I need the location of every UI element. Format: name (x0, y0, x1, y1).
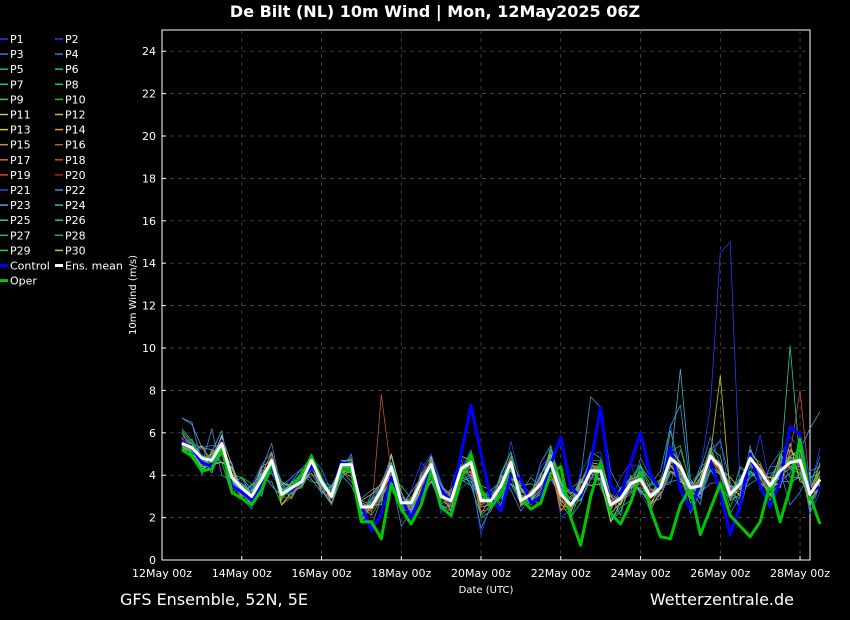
x-tick-label: 14May 00z (212, 567, 272, 580)
plot-area: 024681012141618202224 12May 00z 14May 00z… (132, 29, 830, 580)
ensemble-chart: De Bilt (NL) 10m Wind | Mon, 12May2025 0… (0, 0, 850, 620)
legend-label: P13 (10, 124, 31, 137)
legend-label: P21 (10, 184, 31, 197)
footer-source-label: Wetterzentrale.de (650, 590, 794, 609)
y-tick-label: 24 (142, 45, 156, 58)
x-axis-label: Date (UTC) (459, 585, 514, 596)
y-tick-label: 12 (142, 300, 156, 313)
y-tick-label: 22 (142, 88, 156, 101)
x-tick-label: 20May 00z (451, 567, 511, 580)
x-tick-label: 26May 00z (690, 567, 750, 580)
legend-item: Ens. mean (55, 260, 123, 273)
footer-model-label: GFS Ensemble, 52N, 5E (120, 590, 308, 609)
legend-label: P6 (65, 63, 79, 76)
y-tick-label: 18 (142, 172, 156, 185)
legend-label: P25 (10, 214, 31, 227)
legend-label: Ens. mean (65, 260, 123, 273)
legend-label: P27 (10, 229, 31, 242)
legend-label: P19 (10, 169, 31, 182)
chart-title: De Bilt (NL) 10m Wind | Mon, 12May2025 0… (230, 2, 640, 22)
y-tick-label: 14 (142, 257, 156, 270)
legend-label: P1 (10, 33, 24, 46)
legend-label: P15 (10, 139, 31, 152)
legend-label: Control (10, 260, 50, 273)
legend-label: P26 (65, 214, 86, 227)
legend-label: P14 (65, 124, 86, 137)
y-tick-label: 8 (149, 384, 156, 397)
y-tick-label: 6 (149, 427, 156, 440)
x-tick-label: 28May 00z (770, 567, 830, 580)
legend-label: P20 (65, 169, 86, 182)
y-tick-label: 20 (142, 130, 156, 143)
legend-label: P4 (65, 48, 79, 61)
legend-label: P12 (65, 109, 86, 122)
y-tick-label: 2 (149, 512, 156, 525)
legend-label: P9 (10, 93, 24, 106)
x-tick-label: 24May 00z (611, 567, 671, 580)
legend-label: P24 (65, 199, 86, 212)
legend-label: P16 (65, 139, 86, 152)
x-tick-label: 18May 00z (371, 567, 431, 580)
y-tick-label: 16 (142, 215, 156, 228)
y-tick-label: 0 (149, 554, 156, 567)
legend-label: P28 (65, 229, 86, 242)
legend-label: P18 (65, 154, 86, 167)
y-tick-label: 10 (142, 342, 156, 355)
legend-label: P8 (65, 78, 79, 91)
legend-label: P17 (10, 154, 31, 167)
legend-label: P10 (65, 93, 86, 106)
x-tick-label: 12May 00z (132, 567, 192, 580)
legend-label: Oper (10, 275, 37, 288)
x-tick-label: 22May 00z (531, 567, 591, 580)
y-tick-label: 4 (149, 469, 156, 482)
legend-label: P2 (65, 33, 79, 46)
y-axis-label: 10m Wind (m/s) (128, 255, 139, 335)
legend-label: P11 (10, 109, 31, 122)
legend-label: P23 (10, 199, 31, 212)
x-tick-label: 16May 00z (291, 567, 351, 580)
legend-label: P22 (65, 184, 86, 197)
legend-label: P5 (10, 63, 24, 76)
legend-label: P7 (10, 78, 24, 91)
legend-label: P29 (10, 244, 31, 257)
legend-label: P3 (10, 48, 24, 61)
legend-label: P30 (65, 244, 86, 257)
